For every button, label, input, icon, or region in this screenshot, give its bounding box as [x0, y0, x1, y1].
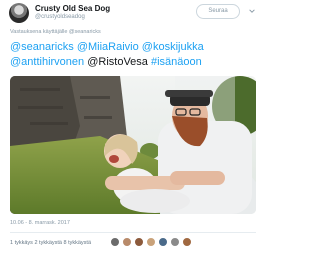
mention-link[interactable]: @seanaricks — [10, 41, 74, 53]
mention-link[interactable]: @anttihirvonen — [10, 56, 84, 68]
avatar[interactable] — [9, 3, 29, 23]
liker-avatar[interactable] — [110, 237, 120, 247]
liker-avatar[interactable] — [134, 237, 144, 247]
divider — [10, 232, 256, 233]
mention-link[interactable]: @MiiaRaivio — [77, 41, 139, 53]
liker-avatar[interactable] — [182, 237, 192, 247]
mention-link[interactable]: @koskijukka — [142, 41, 204, 53]
tweet-timestamp[interactable]: 10.06 - 8. marrask. 2017 — [10, 220, 70, 226]
author-name[interactable]: Crusty Old Sea Dog — [35, 4, 110, 13]
liker-avatar[interactable] — [122, 237, 132, 247]
tweet-text: @seanaricks @MiiaRaivio @koskijukka @ant… — [10, 40, 260, 69]
hashtag-link[interactable]: #isänäoon — [151, 56, 202, 68]
reply-to-line: Vastauksena käyttäjälle @seanaricks — [10, 29, 101, 35]
author-handle[interactable]: @crustyoldseadog — [35, 14, 85, 20]
tweet-stats[interactable]: 1 tykkäys 2 tykkäystä 8 tykkäystä — [10, 240, 91, 246]
tweet-photo[interactable] — [10, 76, 256, 214]
tweet-header: Crusty Old Sea Dog @crustyoldseadog Seur… — [0, 0, 266, 26]
liker-avatar[interactable] — [170, 237, 180, 247]
chevron-down-icon[interactable] — [248, 7, 256, 15]
liker-avatar[interactable] — [146, 237, 156, 247]
mention-link[interactable]: @RistoVesa — [87, 56, 148, 68]
follow-button[interactable]: Seuraa — [196, 4, 240, 19]
liker-avatar[interactable] — [158, 237, 168, 247]
photo-father-and-daughter — [10, 76, 256, 214]
